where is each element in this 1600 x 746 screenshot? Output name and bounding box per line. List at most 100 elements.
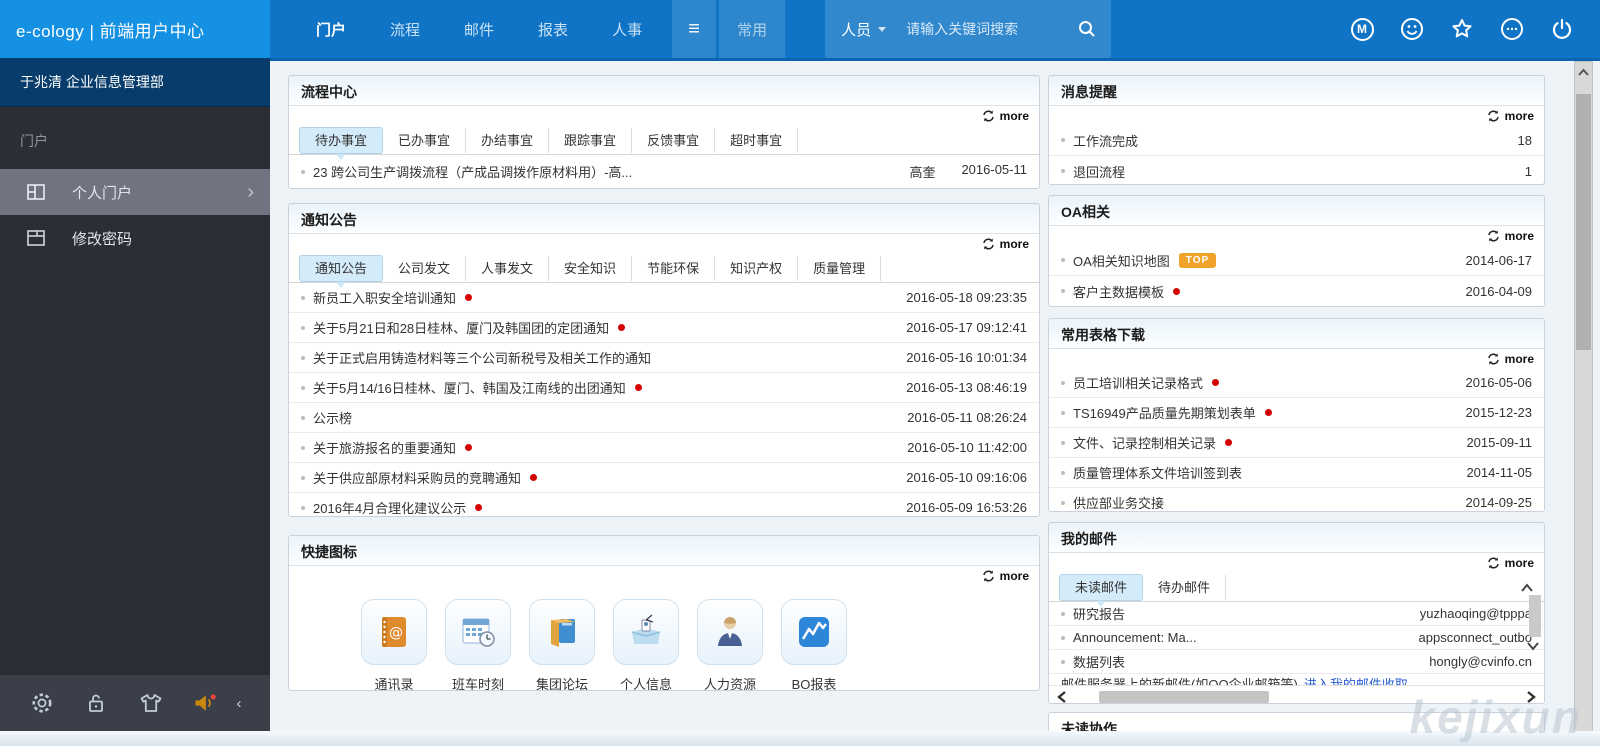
tab-notices[interactable]: 通知公告 — [299, 255, 384, 288]
notice-row[interactable]: 关于供应部原材料采购员的竞聘通知 2016-05-10 09:16:06 — [289, 463, 1039, 493]
scrollbar-up-icon[interactable] — [1577, 68, 1590, 77]
collapse-sidebar-icon[interactable]: ‹ — [237, 695, 242, 712]
tab-todo-mail[interactable]: 待办邮件 — [1143, 575, 1227, 600]
shortcut-bus-schedule[interactable]: 班车时刻 — [445, 599, 511, 690]
forms-more-button[interactable]: more — [1049, 349, 1544, 368]
nav-mail[interactable]: 邮件 — [442, 0, 516, 58]
scroll-left-icon[interactable] — [1057, 690, 1067, 704]
panel-title: 通知公告 — [289, 204, 1039, 234]
mail-panel: 我的邮件 more 未读邮件 待办邮件 研究报告 yuzhaoqing@tppp… — [1048, 522, 1545, 704]
notice-row[interactable]: 公示榜 2016-05-11 08:26:24 — [289, 403, 1039, 433]
sidebar-item-personal-portal[interactable]: 个人门户 › — [0, 169, 270, 215]
mail-footer-note[interactable]: 邮件服务器上的新邮件(如QQ企业邮箱等) 进入我的邮件收取 — [1049, 674, 1544, 685]
smiley-icon[interactable] — [1400, 17, 1424, 41]
nav-workflow[interactable]: 流程 — [368, 0, 442, 58]
more-options-icon[interactable] — [1500, 17, 1524, 41]
tab-finished[interactable]: 办结事宜 — [466, 128, 550, 153]
unread-dot — [1173, 287, 1181, 295]
bullet-icon — [1061, 380, 1065, 385]
bullet-icon — [1061, 169, 1065, 173]
mail-vertical-scroll-thumb[interactable] — [1529, 595, 1541, 637]
star-favorite-icon[interactable] — [1450, 17, 1474, 41]
nav-portal[interactable]: 门户 — [294, 0, 368, 58]
notice-row[interactable]: 关于旅游报名的重要通知 2016-05-10 11:42:00 — [289, 433, 1039, 463]
message-more-button[interactable]: more — [1049, 106, 1544, 125]
shortcut-contacts[interactable]: @ 通讯录 — [361, 599, 427, 690]
form-row[interactable]: 质量管理体系文件培训签到表 2014-11-05 — [1049, 458, 1544, 488]
tab-energy[interactable]: 节能环保 — [632, 256, 716, 281]
search-input[interactable] — [904, 0, 1064, 58]
tab-company-docs[interactable]: 公司发文 — [383, 256, 467, 281]
shortcut-forum[interactable]: 集团论坛 — [529, 599, 595, 690]
portal-grid-icon — [27, 184, 45, 200]
message-row[interactable]: 工作流完成 18 — [1049, 125, 1544, 156]
form-row[interactable]: TS16949产品质量先期策划表单 2015-12-23 — [1049, 398, 1544, 428]
form-row[interactable]: 供应部业务交接 2014-09-25 — [1049, 488, 1544, 511]
settings-gear-icon[interactable] — [29, 690, 55, 716]
shortcut-bo-report[interactable]: BO报表 — [781, 599, 847, 690]
search-button[interactable] — [1063, 0, 1111, 58]
notice-row[interactable]: 关于正式启用铸造材料等三个公司新税号及相关工作的通知 2016-05-16 10… — [289, 343, 1039, 373]
theme-shirt-icon[interactable] — [138, 690, 164, 716]
message-count: 1 — [1524, 163, 1532, 179]
nav-report[interactable]: 报表 — [516, 0, 590, 58]
tab-ip[interactable]: 知识产权 — [715, 256, 799, 281]
form-row[interactable]: 员工培训相关记录格式 2016-05-06 — [1049, 368, 1544, 398]
page-scrollbar-thumb[interactable] — [1576, 94, 1591, 350]
mail-address: hongly@cvinfo.cn — [1429, 654, 1532, 669]
tab-unread-mail[interactable]: 未读邮件 — [1059, 574, 1144, 607]
notice-more-button[interactable]: more — [289, 234, 1039, 253]
oa-row[interactable]: OA相关知识地图 TOP 2014-06-17 — [1049, 245, 1544, 276]
notice-row[interactable]: 关于5月14/16日桂林、厦门、韩国及江南线的出团通知 2016-05-13 0… — [289, 373, 1039, 403]
tab-todo[interactable]: 待办事宜 — [299, 127, 384, 160]
notice-panel: 通知公告 more 通知公告 公司发文 人事发文 安全知识 节能环保 知识产权 … — [288, 203, 1040, 517]
search-category-dropdown[interactable]: 人员 — [825, 0, 896, 58]
form-row[interactable]: 文件、记录控制相关记录 2015-09-11 — [1049, 428, 1544, 458]
top-bar: e-cology | 前端用户中心 门户 流程 邮件 报表 人事 ≡ 常用 人员 — [0, 0, 1600, 58]
mail-row[interactable]: Announcement: Ma... appsconnect_outbo — [1049, 626, 1544, 650]
mail-horizontal-scroll-thumb[interactable] — [1099, 690, 1269, 703]
workflow-more-button[interactable]: more — [289, 106, 1039, 125]
oa-more-button[interactable]: more — [1049, 226, 1544, 245]
tab-hr-docs[interactable]: 人事发文 — [466, 256, 550, 281]
nav-hr[interactable]: 人事 — [590, 0, 664, 58]
bullet-icon — [1061, 258, 1065, 262]
m-badge-icon[interactable]: M — [1350, 17, 1374, 41]
oa-row[interactable]: 客户主数据模板 2016-04-09 — [1049, 276, 1544, 306]
tab-track[interactable]: 跟踪事宜 — [549, 128, 633, 153]
bullet-icon — [301, 415, 305, 420]
tab-quality[interactable]: 质量管理 — [798, 256, 882, 281]
notice-row[interactable]: 关于5月21日和28日桂林、厦门及韩国团的定团通知 2016-05-17 09:… — [289, 313, 1039, 343]
quick-menu-button[interactable]: 常用 — [719, 0, 786, 58]
announcement-speaker-icon[interactable] — [192, 690, 218, 716]
refresh-icon — [1487, 110, 1499, 121]
hamburger-menu-icon[interactable]: ≡ — [672, 0, 717, 58]
power-logout-icon[interactable] — [1550, 17, 1574, 41]
mail-row[interactable]: 研究报告 yuzhaoqing@tpppa — [1049, 602, 1544, 626]
lock-icon[interactable] — [83, 690, 109, 716]
page-scrollbar[interactable] — [1574, 61, 1593, 746]
sidebar-item-change-password[interactable]: 修改密码 — [0, 215, 270, 261]
app-logo: e-cology | 前端用户中心 — [0, 0, 270, 58]
mail-address: appsconnect_outbo — [1418, 630, 1532, 645]
scroll-up-icon[interactable] — [1520, 582, 1534, 593]
workflow-item-owner: 高奎 — [909, 165, 936, 180]
panel-title: 我的邮件 — [1049, 523, 1544, 553]
tab-safety[interactable]: 安全知识 — [549, 256, 633, 281]
scroll-down-icon[interactable] — [1526, 641, 1540, 651]
chevron-down-icon — [878, 26, 887, 32]
shortcut-hr[interactable]: 人力资源 — [697, 599, 763, 690]
shortcut-more-button[interactable]: more — [289, 566, 1039, 585]
message-row[interactable]: 退回流程 1 — [1049, 156, 1544, 184]
tab-done[interactable]: 已办事宜 — [383, 128, 467, 153]
workflow-row[interactable]: 23 跨公司生产调拨流程（产成品调拨作原材料用）-高... 高奎 2016-05… — [289, 155, 1039, 188]
mail-more-button[interactable]: more — [1049, 553, 1544, 572]
mail-row[interactable]: 数据列表 hongly@cvinfo.cn — [1049, 650, 1544, 674]
tab-feedback[interactable]: 反馈事宜 — [632, 128, 716, 153]
shortcut-personal-info[interactable]: 个人信息 — [613, 599, 679, 690]
tab-overtime[interactable]: 超时事宜 — [715, 128, 799, 153]
search-bar: 人员 — [825, 0, 1112, 58]
mail-footer-link[interactable]: 进入我的邮件收取 — [1304, 674, 1408, 685]
notice-row[interactable]: 新员工入职安全培训通知 2016-05-18 09:23:35 — [289, 283, 1039, 313]
notice-row[interactable]: 2016年4月合理化建议公示 2016-05-09 16:53:26 — [289, 493, 1039, 516]
